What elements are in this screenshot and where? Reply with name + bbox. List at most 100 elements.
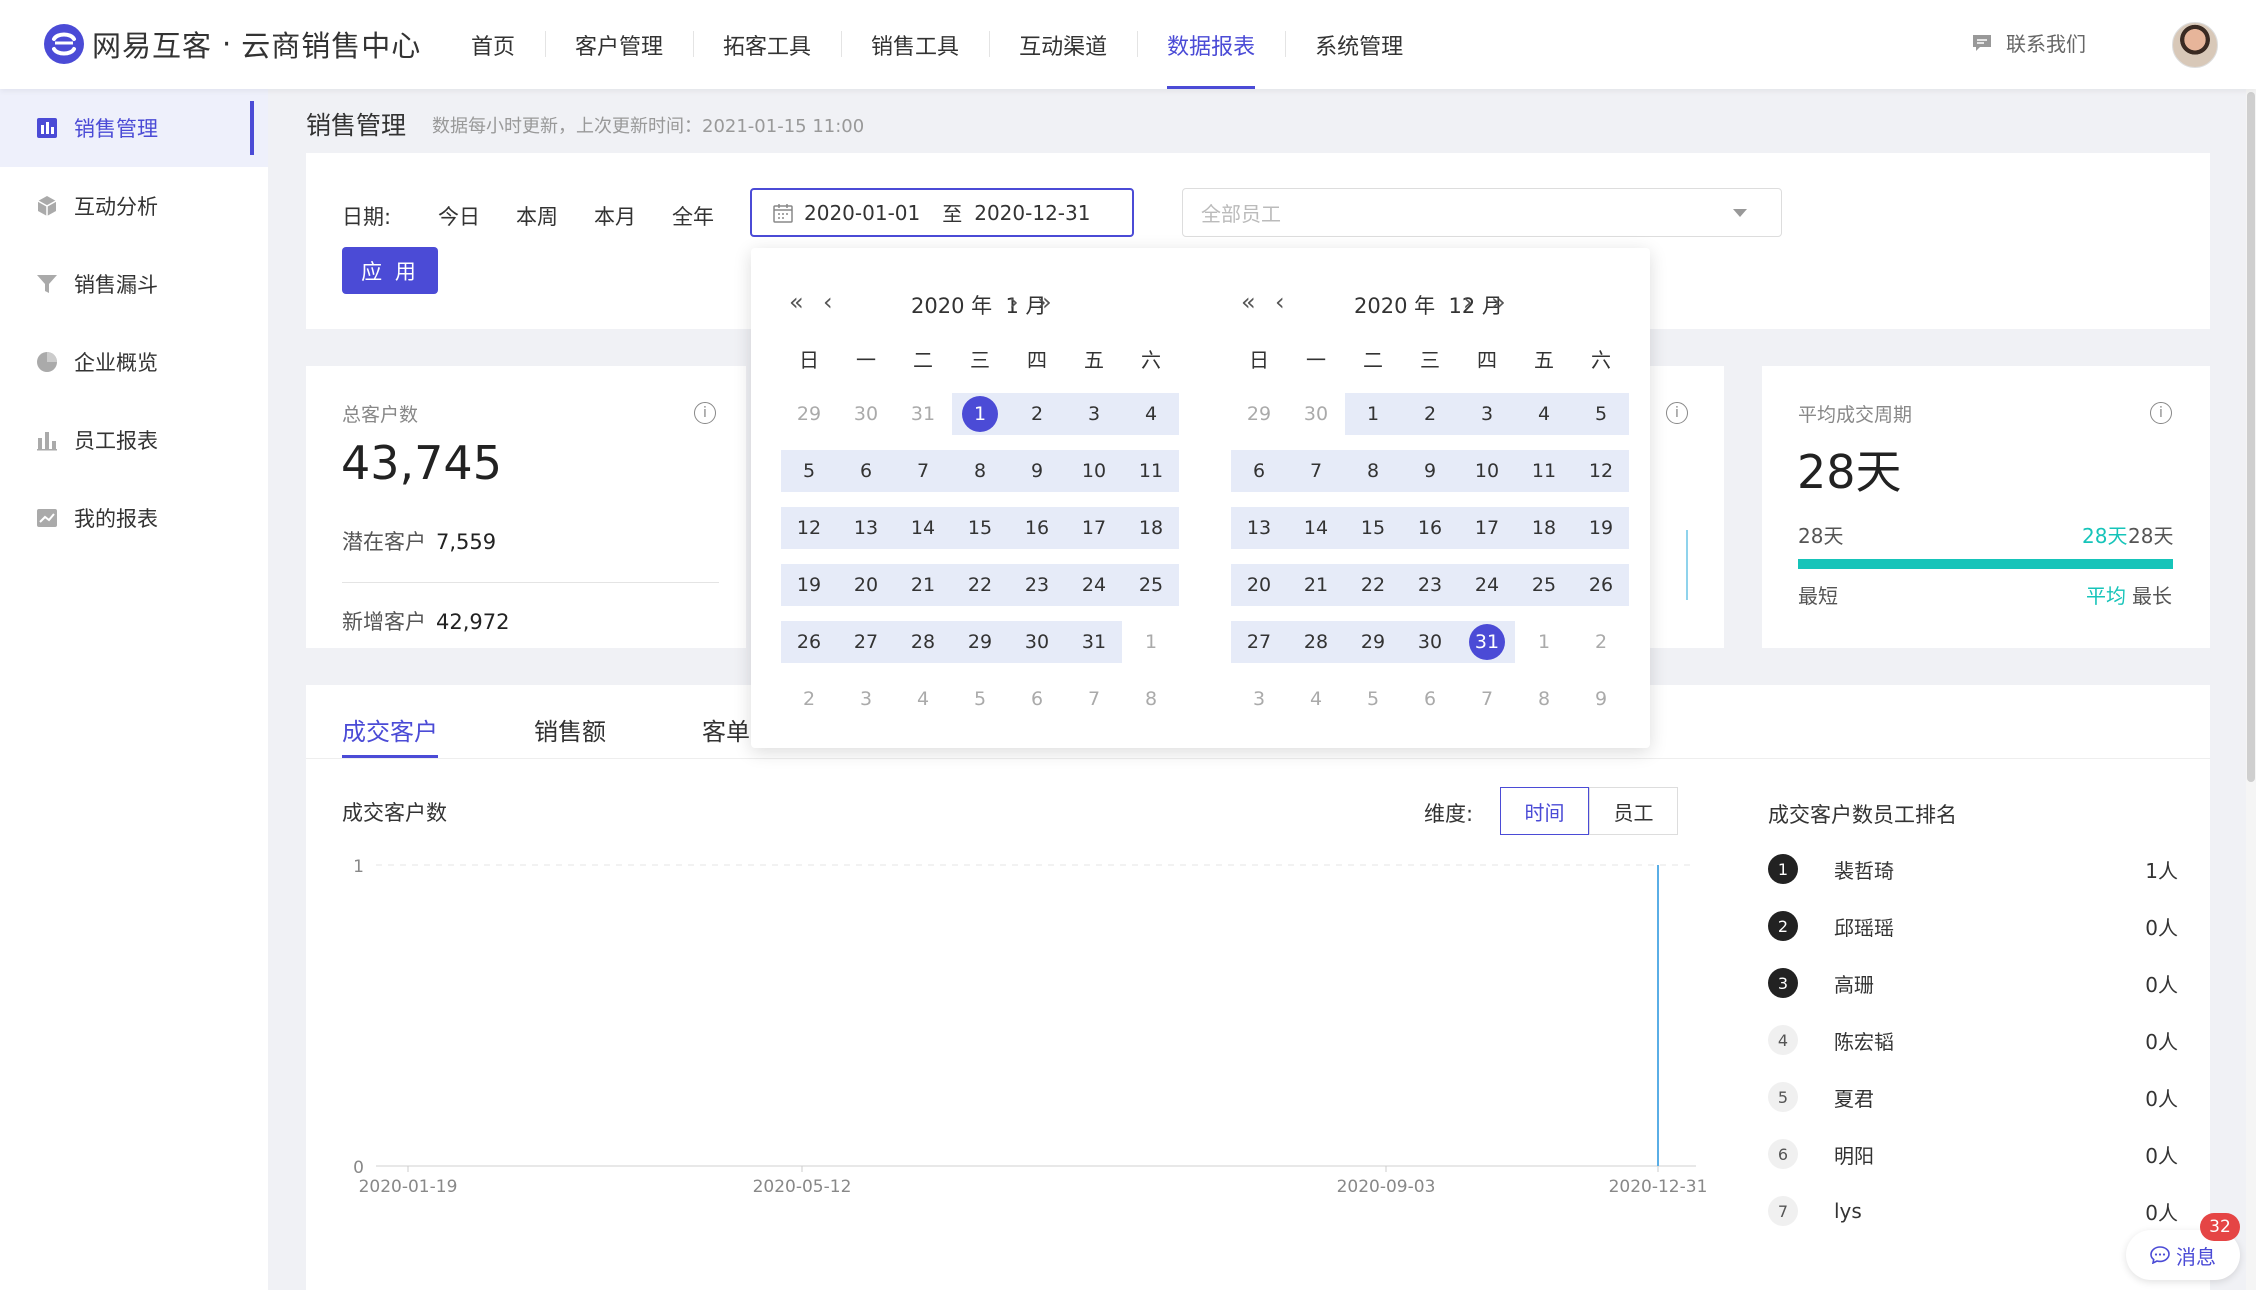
calendar-day[interactable]: 16 — [1408, 508, 1452, 548]
calendar-day[interactable]: 1 — [1351, 394, 1395, 434]
scrollbar-thumb[interactable] — [2247, 92, 2255, 782]
nav-prospecting[interactable]: 拓客工具 — [693, 0, 841, 89]
prev-year-button[interactable]: « — [789, 288, 804, 316]
calendar-day[interactable]: 12 — [787, 508, 831, 548]
calendar-day[interactable]: 19 — [1579, 508, 1623, 548]
calendar-day[interactable]: 5 — [958, 679, 1002, 719]
calendar-day[interactable]: 3 — [1072, 394, 1116, 434]
prev-month-button[interactable]: ‹ — [1275, 288, 1285, 316]
info-icon[interactable]: i — [2150, 402, 2172, 424]
calendar-day[interactable]: 14 — [901, 508, 945, 548]
calendar-day[interactable]: 25 — [1522, 565, 1566, 605]
calendar-day[interactable]: 4 — [1522, 394, 1566, 434]
nav-home[interactable]: 首页 — [441, 0, 545, 89]
calendar-day[interactable]: 3 — [1237, 679, 1281, 719]
calendar-day[interactable]: 26 — [1579, 565, 1623, 605]
dimension-time-button[interactable]: 时间 — [1500, 787, 1589, 835]
calendar-day[interactable]: 8 — [1129, 679, 1173, 719]
calendar-day[interactable]: 29 — [1237, 394, 1281, 434]
calendar-day[interactable]: 29 — [787, 394, 831, 434]
calendar-day[interactable]: 13 — [1237, 508, 1281, 548]
calendar-day[interactable]: 31 — [1072, 622, 1116, 662]
date-range-picker[interactable]: 2020-01-01 至 2020-12-31 — [750, 188, 1134, 237]
calendar-day[interactable]: 6 — [844, 451, 888, 491]
calendar-day[interactable]: 10 — [1072, 451, 1116, 491]
calendar-day[interactable]: 27 — [844, 622, 888, 662]
left-year[interactable]: 2020 年 — [911, 294, 992, 318]
start-date-input[interactable]: 2020-01-01 — [804, 201, 920, 225]
calendar-day[interactable]: 28 — [1294, 622, 1338, 662]
tab-deal-customers[interactable]: 成交客户 — [342, 712, 438, 747]
tab-avg-order[interactable]: 客单 — [702, 712, 750, 747]
calendar-day[interactable]: 2 — [1408, 394, 1452, 434]
calendar-day[interactable]: 29 — [958, 622, 1002, 662]
info-icon[interactable]: i — [694, 402, 716, 424]
calendar-day[interactable]: 21 — [1294, 565, 1338, 605]
calendar-day[interactable]: 24 — [1465, 565, 1509, 605]
calendar-day[interactable]: 2 — [1579, 622, 1623, 662]
tab-sales-amount[interactable]: 销售额 — [534, 712, 606, 747]
prev-year-button[interactable]: « — [1241, 288, 1256, 316]
calendar-day[interactable]: 5 — [1579, 394, 1623, 434]
calendar-day[interactable]: 30 — [1015, 622, 1059, 662]
calendar-day[interactable]: 30 — [844, 394, 888, 434]
calendar-day[interactable]: 18 — [1522, 508, 1566, 548]
calendar-day[interactable]: 4 — [1294, 679, 1338, 719]
brand[interactable]: 网易互客 · 云商销售中心 — [42, 22, 421, 66]
calendar-day[interactable]: 14 — [1294, 508, 1338, 548]
contact-us-link[interactable]: 联系我们 — [1972, 28, 2086, 57]
calendar-day[interactable]: 28 — [901, 622, 945, 662]
sidebar-item-my-report[interactable]: 我的报表 — [0, 479, 268, 557]
calendar-day[interactable]: 3 — [844, 679, 888, 719]
nav-reports[interactable]: 数据报表 — [1137, 0, 1285, 89]
sidebar-item-employee-report[interactable]: 员工报表 — [0, 401, 268, 479]
calendar-day[interactable]: 11 — [1129, 451, 1173, 491]
nav-sales-tools[interactable]: 销售工具 — [841, 0, 989, 89]
nav-customers[interactable]: 客户管理 — [545, 0, 693, 89]
next-month-button[interactable]: › — [1009, 288, 1019, 316]
calendar-day[interactable]: 11 — [1522, 451, 1566, 491]
prev-month-button[interactable]: ‹ — [823, 288, 833, 316]
calendar-day[interactable]: 4 — [901, 679, 945, 719]
date-option-year[interactable]: 全年 — [672, 201, 714, 231]
calendar-day[interactable]: 1 — [1129, 622, 1173, 662]
calendar-day[interactable]: 23 — [1015, 565, 1059, 605]
calendar-day[interactable]: 3 — [1465, 394, 1509, 434]
calendar-day[interactable]: 13 — [844, 508, 888, 548]
calendar-day[interactable]: 17 — [1072, 508, 1116, 548]
calendar-day[interactable]: 30 — [1294, 394, 1338, 434]
calendar-day[interactable]: 4 — [1129, 394, 1173, 434]
calendar-day[interactable]: 12 — [1579, 451, 1623, 491]
calendar-day[interactable]: 5 — [787, 451, 831, 491]
calendar-day[interactable]: 26 — [787, 622, 831, 662]
dimension-employee-button[interactable]: 员工 — [1589, 787, 1678, 835]
next-year-button[interactable]: » — [1491, 288, 1506, 316]
end-date-input[interactable]: 2020-12-31 — [974, 201, 1090, 225]
calendar-day[interactable]: 9 — [1015, 451, 1059, 491]
calendar-day[interactable]: 24 — [1072, 565, 1116, 605]
calendar-day[interactable]: 31 — [901, 394, 945, 434]
calendar-day[interactable]: 20 — [1237, 565, 1281, 605]
calendar-day[interactable]: 31 — [1465, 622, 1509, 662]
calendar-day[interactable]: 8 — [958, 451, 1002, 491]
calendar-day[interactable]: 27 — [1237, 622, 1281, 662]
calendar-day[interactable]: 7 — [1465, 679, 1509, 719]
calendar-day[interactable]: 22 — [958, 565, 1002, 605]
calendar-day[interactable]: 8 — [1522, 679, 1566, 719]
next-year-button[interactable]: » — [1037, 288, 1052, 316]
calendar-day[interactable]: 25 — [1129, 565, 1173, 605]
calendar-day[interactable]: 9 — [1408, 451, 1452, 491]
calendar-day[interactable]: 6 — [1015, 679, 1059, 719]
nav-channels[interactable]: 互动渠道 — [989, 0, 1137, 89]
calendar-day[interactable]: 1 — [958, 394, 1002, 434]
calendar-day[interactable]: 10 — [1465, 451, 1509, 491]
calendar-day[interactable]: 7 — [901, 451, 945, 491]
calendar-day[interactable]: 7 — [1072, 679, 1116, 719]
calendar-day[interactable]: 21 — [901, 565, 945, 605]
calendar-day[interactable]: 29 — [1351, 622, 1395, 662]
calendar-day[interactable]: 6 — [1408, 679, 1452, 719]
sidebar-item-sales-funnel[interactable]: 销售漏斗 — [0, 245, 268, 323]
right-year[interactable]: 2020 年 — [1354, 294, 1435, 318]
calendar-day[interactable]: 2 — [1015, 394, 1059, 434]
calendar-day[interactable]: 19 — [787, 565, 831, 605]
